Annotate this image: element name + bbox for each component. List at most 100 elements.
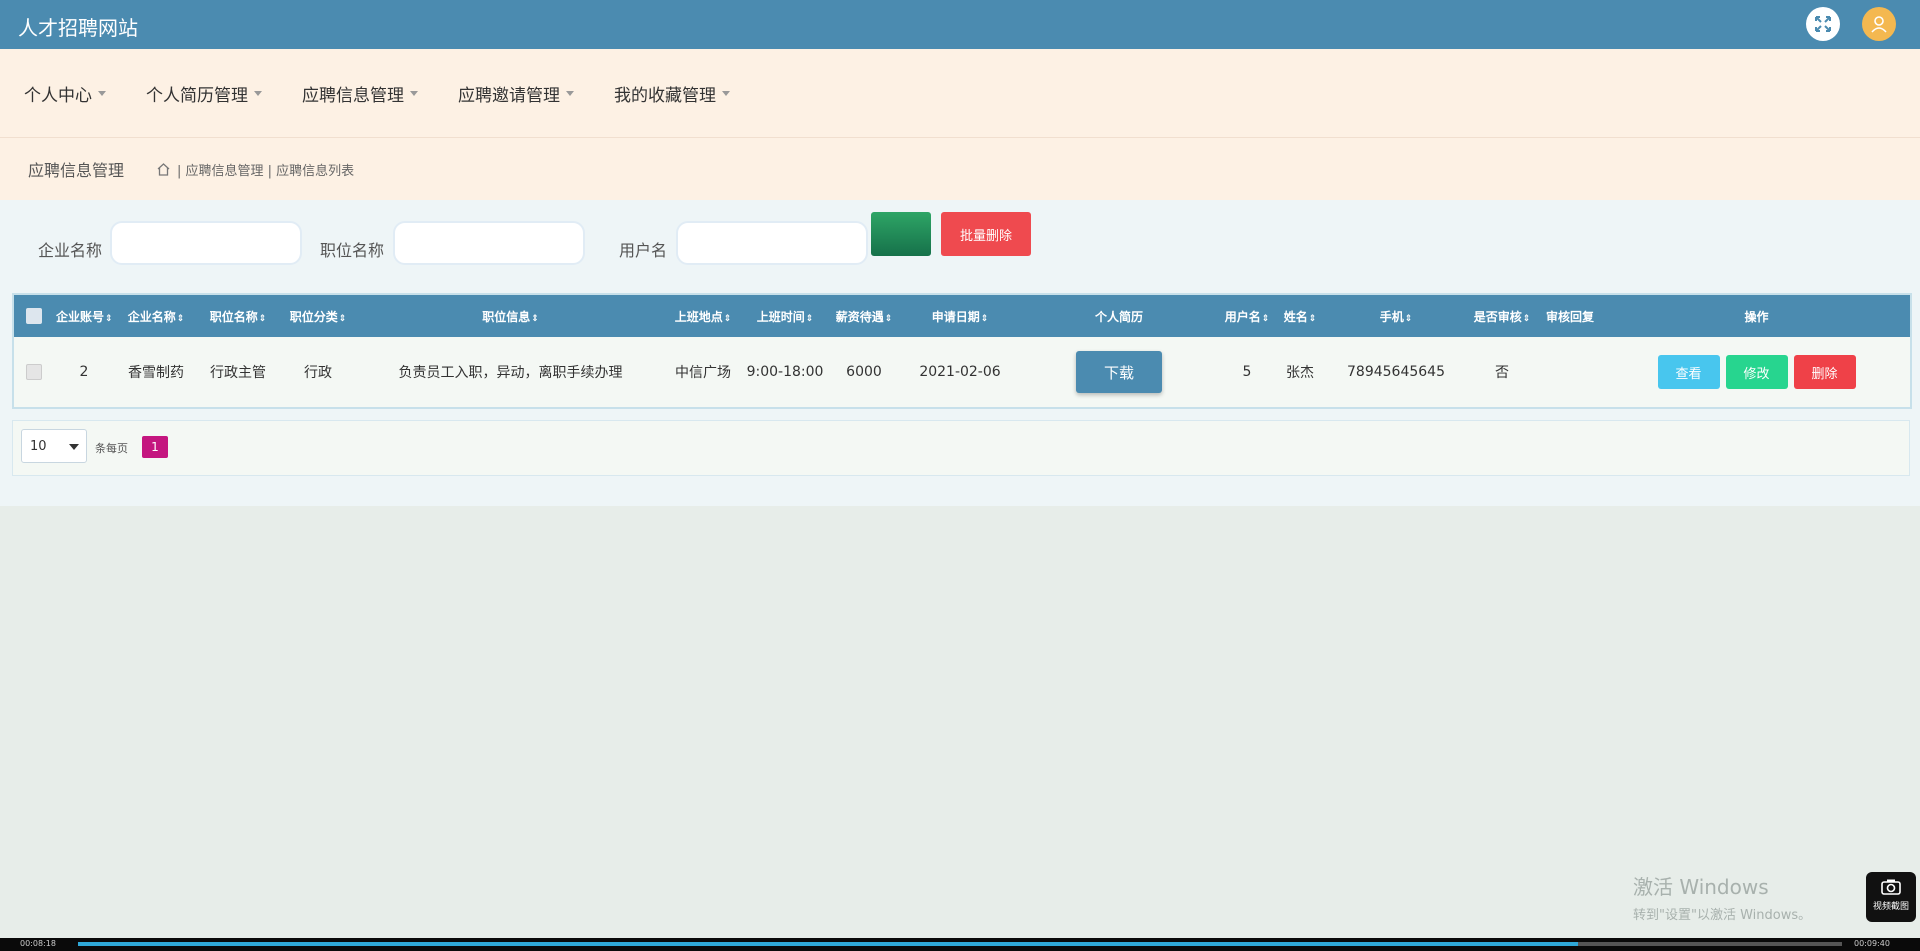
reviewed-cell: 否 — [1495, 365, 1509, 381]
column-header[interactable]: 姓名⇕ — [1275, 295, 1325, 337]
column-header[interactable]: 申请日期⇕ — [901, 295, 1019, 337]
username-label: 用户名 — [619, 241, 668, 260]
review-reply-cell — [1537, 337, 1603, 407]
column-label: 上班时间 — [756, 309, 805, 324]
page-size-select[interactable]: 10 — [21, 429, 87, 463]
breadcrumb: | 应聘信息管理 | 应聘信息列表 — [156, 160, 354, 179]
breadcrumb-bar: 应聘信息管理 | 应聘信息管理 | 应聘信息列表 — [0, 138, 1920, 200]
column-header[interactable]: 上班时间⇕ — [743, 295, 827, 337]
column-header[interactable]: 职位名称⇕ — [198, 295, 278, 337]
search-button[interactable] — [871, 212, 931, 256]
sort-icon: ⇕ — [805, 313, 814, 324]
column-header: 审核回复 — [1537, 295, 1603, 337]
camera-icon — [1881, 879, 1901, 895]
company-name-input[interactable] — [110, 221, 302, 265]
fullscreen-icon — [1815, 16, 1831, 32]
edit-button[interactable]: 修改 — [1725, 355, 1788, 389]
column-header[interactable]: 手机⇕ — [1325, 295, 1467, 337]
chevron-down-icon — [722, 90, 730, 96]
column-label: 企业名称 — [127, 309, 176, 324]
column-label: 职位分类 — [289, 309, 338, 324]
video-screenshot-button[interactable]: 视频截图 — [1866, 872, 1916, 922]
nav-favorites-management[interactable]: 我的收藏管理 — [614, 81, 730, 106]
row-select-cell — [14, 337, 54, 407]
sort-icon: ⇕ — [1261, 313, 1270, 324]
sort-icon: ⇕ — [723, 313, 732, 324]
column-header: 操作 — [1603, 295, 1910, 337]
select-all-checkbox[interactable] — [26, 308, 42, 324]
column-label: 申请日期 — [931, 309, 980, 324]
sort-icon: ⇕ — [884, 313, 893, 324]
user-icon — [1871, 16, 1887, 33]
column-label: 上班地点 — [674, 309, 723, 324]
table-row: 2 香雪制药 行政主管 行政 负责员工入职，异动，离职手续办理 中信广场 9:0… — [14, 337, 1910, 407]
nav-label: 应聘信息管理 — [302, 85, 404, 106]
chevron-down-icon — [98, 90, 106, 96]
username-cell: 5 — [1242, 364, 1252, 380]
column-header[interactable]: 上班地点⇕ — [663, 295, 743, 337]
watermark-subtitle: 转到"设置"以激活 Windows。 — [1633, 908, 1812, 923]
position-name-input[interactable] — [393, 221, 585, 265]
column-header[interactable]: 企业账号⇕ — [54, 295, 114, 337]
sort-icon: ⇕ — [531, 313, 539, 324]
column-label: 薪资待遇 — [835, 309, 884, 324]
site-title: 人才招聘网站 — [18, 16, 138, 40]
sort-icon: ⇕ — [338, 313, 347, 324]
name-cell: 张杰 — [1286, 365, 1314, 381]
resume-cell: 下载 — [1019, 337, 1219, 407]
main-nav: 个人中心 个人简历管理 应聘信息管理 应聘邀请管理 我的收藏管理 — [0, 49, 1920, 138]
batch-delete-button[interactable]: 批量删除 — [941, 212, 1031, 256]
video-remaining-track — [1578, 942, 1842, 946]
video-current-time: 00:08:18 — [20, 939, 56, 948]
username-input[interactable] — [676, 221, 868, 265]
video-progress-bar[interactable]: 00:08:18 00:09:40 — [0, 938, 1920, 951]
sort-icon: ⇕ — [105, 313, 113, 324]
column-label: 职位名称 — [209, 309, 258, 324]
column-header[interactable]: 薪资待遇⇕ — [827, 295, 901, 337]
company-name-label: 企业名称 — [38, 241, 103, 260]
chevron-down-icon — [254, 90, 262, 96]
download-resume-button[interactable]: 下载 — [1076, 351, 1162, 393]
nav-label: 个人简历管理 — [146, 85, 248, 106]
fullscreen-button[interactable] — [1806, 7, 1840, 41]
delete-button[interactable]: 删除 — [1793, 355, 1856, 389]
page-size-value: 10 — [30, 438, 47, 454]
sort-icon: ⇕ — [1522, 313, 1531, 324]
sort-icon: ⇕ — [980, 313, 989, 324]
column-header[interactable]: 企业名称⇕ — [114, 295, 198, 337]
column-label: 职位信息 — [482, 309, 531, 324]
position-category-cell: 行政 — [304, 365, 332, 381]
watermark-title: 激活 Windows — [1633, 875, 1769, 899]
page-title: 应聘信息管理 — [28, 161, 125, 180]
applications-table: 企业账号⇕ 企业名称⇕ 职位名称⇕ 职位分类⇕ 职位信息⇕ 上班地点⇕ 上班时间… — [12, 293, 1912, 409]
nav-label: 应聘邀请管理 — [458, 85, 560, 106]
home-icon[interactable] — [156, 162, 171, 177]
nav-resume-management[interactable]: 个人简历管理 — [146, 81, 262, 106]
column-label: 企业账号 — [56, 309, 105, 324]
column-header[interactable]: 是否审核⇕ — [1467, 295, 1537, 337]
sort-icon: ⇕ — [1308, 313, 1317, 324]
column-label: 操作 — [1744, 309, 1769, 324]
column-header[interactable]: 职位信息⇕ — [358, 295, 663, 337]
chevron-down-icon — [410, 90, 418, 96]
chevron-down-icon — [566, 90, 574, 96]
nav-personal-center[interactable]: 个人中心 — [24, 81, 106, 106]
nav-application-management[interactable]: 应聘信息管理 — [302, 81, 418, 106]
column-header[interactable]: 用户名⇕ — [1219, 295, 1275, 337]
column-label: 审核回复 — [1545, 309, 1594, 324]
column-label: 姓名 — [1283, 309, 1308, 324]
position-info-cell: 负责员工入职，异动，离职手续办理 — [398, 365, 623, 381]
column-label: 手机 — [1379, 309, 1404, 324]
select-all-cell — [14, 295, 54, 337]
nav-invitation-management[interactable]: 应聘邀请管理 — [458, 81, 574, 106]
user-avatar-button[interactable] — [1862, 7, 1896, 41]
view-button[interactable]: 查看 — [1657, 355, 1720, 389]
main-content: 企业名称 职位名称 用户名 批量删除 企业账号⇕ 企业名称⇕ 职位名称⇕ 职位分… — [0, 200, 1920, 506]
sort-icon: ⇕ — [1404, 313, 1413, 324]
sort-icon: ⇕ — [176, 313, 185, 324]
work-hours-cell: 9:00-18:00 — [746, 364, 824, 380]
work-location-cell: 中信广场 — [675, 365, 731, 381]
row-checkbox[interactable] — [26, 364, 42, 380]
page-number-current[interactable]: 1 — [142, 436, 168, 458]
column-header[interactable]: 职位分类⇕ — [278, 295, 358, 337]
